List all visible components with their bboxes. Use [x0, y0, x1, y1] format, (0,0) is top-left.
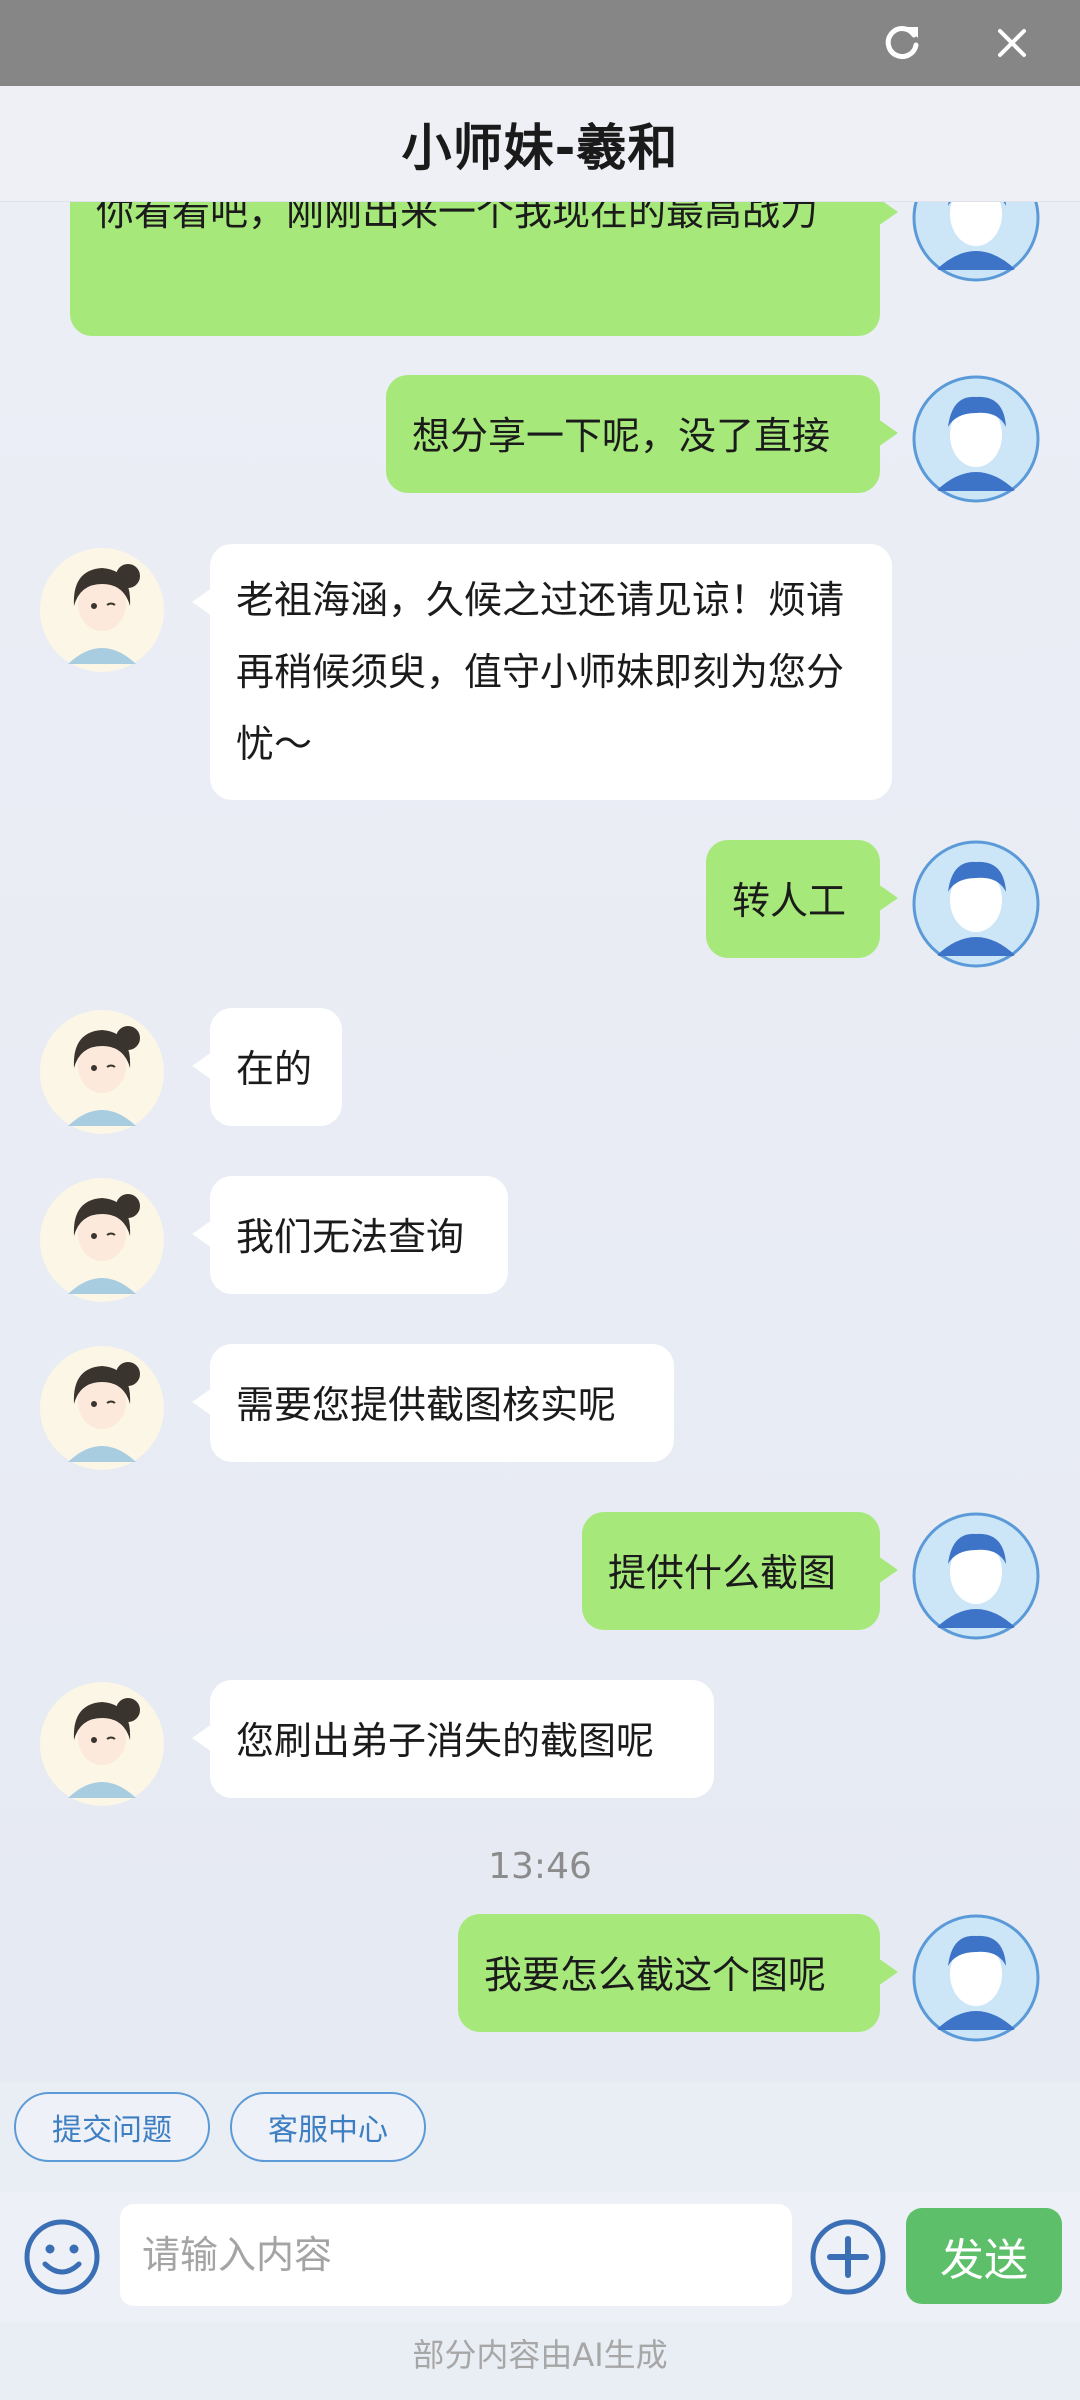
chat-title: 小师妹-羲和 [401, 118, 679, 177]
message-bubble-user: 你看看吧，刚刚出来一个我现在的最高战力 [70, 202, 898, 336]
bot-avatar-icon [40, 548, 164, 672]
message-input-bar: 发送 [0, 2192, 1080, 2322]
message-text: 老祖海涵，久候之过还请见谅！烦请再稍候须臾，值守小师妹即刻为您分忧～ [236, 578, 845, 766]
message-text: 提供什么截图 [608, 1551, 837, 1595]
user-avatar[interactable] [912, 202, 1040, 282]
bot-avatar-icon [40, 1682, 164, 1806]
message-bubble-user: 想分享一下呢，没了直接 [386, 375, 898, 493]
plus-icon[interactable] [808, 2217, 888, 2297]
ai-disclaimer: 部分内容由AI生成 [412, 2336, 668, 2374]
message-text: 你看看吧，刚刚出来一个我现在的最高战力 [96, 202, 819, 234]
message-bubble-user: 转人工 [706, 840, 898, 958]
message-bubble-user: 提供什么截图 [582, 1512, 898, 1630]
bot-avatar-icon [40, 1010, 164, 1134]
user-avatar-icon [912, 840, 1040, 968]
chip-label: 客服中心 [268, 2113, 388, 2148]
user-avatar[interactable] [912, 375, 1040, 503]
chat-header: 小师妹-羲和 [0, 86, 1080, 202]
message-bubble-bot: 需要您提供截图核实呢 [192, 1344, 674, 1462]
bot-avatar-icon [40, 1178, 164, 1302]
message-timestamp: 13:46 [488, 1846, 592, 1887]
bot-avatar-icon [40, 1346, 164, 1470]
user-avatar[interactable] [912, 1512, 1040, 1640]
emoji-icon[interactable] [22, 2217, 102, 2297]
user-avatar[interactable] [912, 1914, 1040, 2042]
message-bubble-bot: 在的 [192, 1008, 342, 1126]
chip-label: 提交问题 [52, 2113, 172, 2148]
message-text: 想分享一下呢，没了直接 [412, 414, 831, 458]
user-avatar[interactable] [912, 840, 1040, 968]
bot-avatar[interactable] [38, 1008, 166, 1136]
service-center-chip[interactable]: 客服中心 [230, 2092, 426, 2162]
user-avatar-icon [912, 1914, 1040, 2042]
message-bubble-bot: 您刷出弟子消失的截图呢 [192, 1680, 714, 1798]
message-text: 我要怎么截这个图呢 [484, 1953, 827, 1997]
window-top-bar [0, 0, 1080, 86]
bot-avatar[interactable] [38, 1176, 166, 1304]
quick-actions: 提交问题 客服中心 [0, 2092, 1080, 2164]
chat-message-list[interactable]: 你看看吧，刚刚出来一个我现在的最高战力 想分享一下呢，没了直接 老祖海涵，久候之… [0, 202, 1080, 2082]
message-bubble-user: 我要怎么截这个图呢 [458, 1914, 898, 2032]
message-input[interactable] [120, 2204, 792, 2306]
message-text: 转人工 [732, 879, 847, 923]
message-bubble-bot: 我们无法查询 [192, 1176, 508, 1294]
bot-avatar[interactable] [38, 546, 166, 674]
bot-avatar[interactable] [38, 1344, 166, 1472]
submit-issue-chip[interactable]: 提交问题 [14, 2092, 210, 2162]
message-text: 您刷出弟子消失的截图呢 [236, 1719, 655, 1763]
send-button[interactable]: 发送 [906, 2208, 1062, 2304]
message-bubble-bot: 老祖海涵，久候之过还请见谅！烦请再稍候须臾，值守小师妹即刻为您分忧～ [192, 544, 892, 800]
message-text: 我们无法查询 [236, 1215, 465, 1259]
user-avatar-icon [912, 375, 1040, 503]
close-icon[interactable] [990, 21, 1034, 65]
message-text: 在的 [236, 1047, 313, 1091]
refresh-icon[interactable] [880, 21, 924, 65]
bot-avatar[interactable] [38, 1680, 166, 1808]
user-avatar-icon [912, 202, 1040, 282]
user-avatar-icon [912, 1512, 1040, 1640]
message-text: 需要您提供截图核实呢 [236, 1383, 617, 1427]
